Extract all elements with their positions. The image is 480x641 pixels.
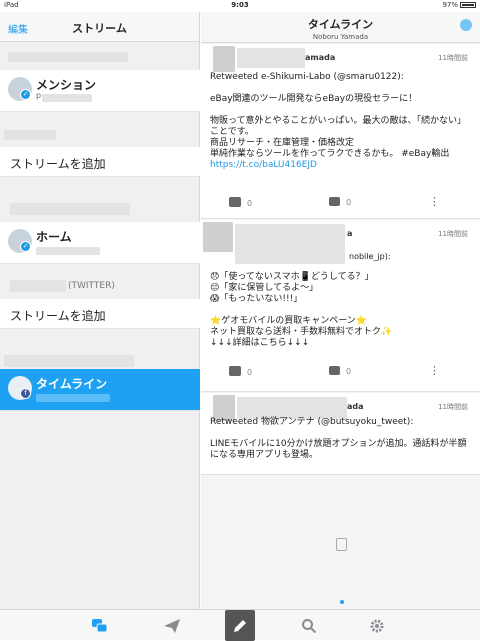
tweet-text: Retweeted 物欲アンテナ (@butsuyoku_tweet): LIN…: [210, 417, 467, 460]
stream-label: ホーム: [36, 230, 72, 244]
timeline-title: タイムライン: [307, 18, 374, 31]
tweet-handle: nobile_jp):: [349, 252, 391, 261]
tweet-actions: 0 0 ⋮: [201, 194, 480, 212]
timeline-subtitle: Noboru Yamada: [312, 33, 369, 41]
tab-send[interactable]: [154, 610, 190, 641]
facebook-icon: f: [20, 388, 31, 399]
add-stream-button-2[interactable]: ストリームを追加: [0, 299, 200, 329]
tweet-time: 11時間前: [438, 403, 468, 411]
stream-item-timeline[interactable]: f タイムライン: [0, 369, 200, 411]
thumbs-up-icon: [229, 197, 241, 207]
tweet-card[interactable]: ada 11時間前 Retweeted 物欲アンテナ (@butsuyoku_t…: [201, 393, 480, 475]
more-options-icon[interactable]: ⋮: [429, 364, 440, 377]
section-header-account-3: [0, 197, 200, 223]
comment-icon: [329, 366, 340, 375]
gear-icon: [370, 619, 384, 632]
tweet-text: 😞「使ってないスマホ📱どうしてる？」 😔「家に保管してるよ〜」 😱「もったいない…: [210, 272, 393, 348]
timeline-header: タイムライン Noboru Yamada: [201, 12, 480, 43]
twitter-icon: ✓: [20, 89, 31, 100]
thumbs-up-icon: [229, 366, 241, 376]
section-header-account-1: [0, 43, 200, 69]
comment-button[interactable]: 0: [329, 197, 351, 207]
tweet-text: Retweeted e-Shikumi-Labo (@smaru0122): e…: [210, 72, 467, 170]
add-stream-button-1[interactable]: ストリームを追加: [0, 147, 200, 177]
tab-bar: [0, 609, 480, 641]
like-button[interactable]: 0: [229, 197, 252, 208]
tweet-author: ada: [347, 402, 364, 411]
tweet-time: 11時間前: [438, 230, 468, 238]
battery-icon: [460, 2, 476, 8]
battery-indicator: 97%: [442, 1, 476, 9]
section-header-twitter: (TWITTER): [0, 274, 200, 300]
streams-panel: 編集 ストリーム ✓ メンション p ストリームを追加 ✓ ホーム (TWITT…: [0, 12, 200, 609]
page-indicator: [340, 600, 344, 604]
tab-streams[interactable]: [82, 610, 118, 641]
pencil-icon: [234, 619, 246, 632]
stream-label: タイムライン: [36, 377, 108, 391]
comment-icon: [329, 197, 340, 206]
tab-search[interactable]: [291, 610, 327, 641]
chat-bubbles-icon: [92, 618, 108, 632]
status-bar: iPad 9:03 97%: [0, 0, 480, 12]
compose-button[interactable]: [225, 610, 255, 641]
tweet-card[interactable]: amada 11時間前 Retweeted e-Shikumi-Labo (@s…: [201, 44, 480, 219]
more-options-icon[interactable]: ⋮: [429, 195, 440, 208]
tweet-actions: 0 0 ⋮: [201, 363, 480, 381]
timeline-panel: タイムライン Noboru Yamada amada 11時間前 Retweet…: [201, 12, 480, 609]
section-header-account-2: [0, 122, 200, 148]
stream-account: p: [36, 91, 42, 100]
twitter-icon: ✓: [20, 241, 31, 252]
loading-icon: [336, 538, 347, 551]
tab-settings[interactable]: [359, 610, 395, 641]
streams-title: ストリーム: [72, 22, 127, 35]
stream-label: メンション: [36, 78, 97, 92]
tweet-card[interactable]: a 11時間前 nobile_jp): 😞「使ってないスマホ📱どうしてる？」 😔…: [201, 220, 480, 392]
send-plane-icon: [164, 618, 180, 633]
tweet-time: 11時間前: [438, 54, 468, 62]
stream-item-mentions[interactable]: ✓ メンション p: [0, 70, 200, 112]
streams-header: 編集 ストリーム: [0, 12, 199, 42]
search-icon: [302, 618, 317, 633]
clock: 9:03: [231, 1, 249, 9]
comment-button[interactable]: 0: [329, 366, 351, 376]
tweet-link[interactable]: https://t.co/baLU416EJD: [210, 160, 317, 170]
like-button[interactable]: 0: [229, 366, 252, 377]
stream-item-home[interactable]: ✓ ホーム: [0, 222, 200, 264]
tweet-author: amada: [305, 53, 336, 62]
app-logo-icon: [460, 19, 472, 31]
tweet-author: a: [347, 229, 353, 238]
